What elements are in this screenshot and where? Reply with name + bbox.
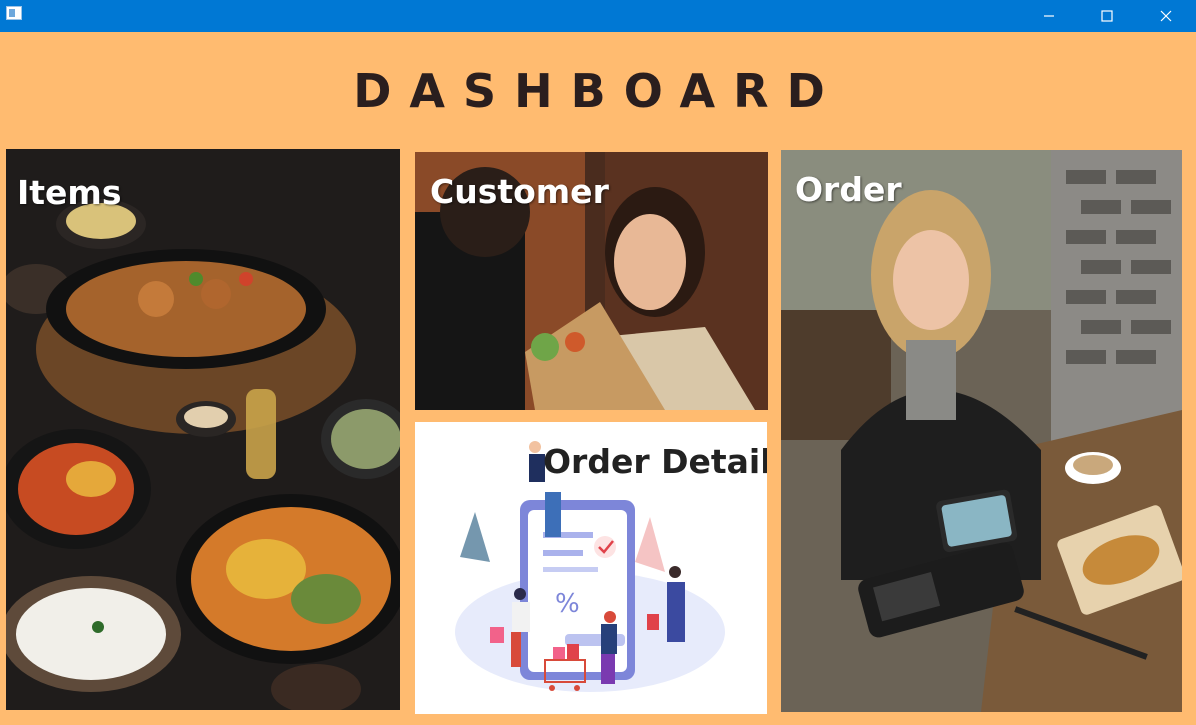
items-tile[interactable]: Items [6, 149, 400, 710]
window-titlebar [0, 0, 1196, 32]
maximize-button[interactable] [1078, 0, 1136, 32]
page-title: DASHBOARD [353, 64, 843, 118]
order-detail-label: Order Detail [543, 442, 767, 481]
items-label: Items [17, 173, 122, 212]
minimize-button[interactable] [1020, 0, 1078, 32]
close-button[interactable] [1137, 0, 1195, 32]
payment-photo [781, 150, 1182, 712]
close-icon [1160, 10, 1172, 22]
order-detail-tile[interactable]: % Order Detail [415, 422, 767, 714]
minimize-icon [1044, 15, 1054, 17]
order-tile[interactable]: Order [781, 150, 1182, 712]
food-photo [6, 149, 400, 710]
customer-tile[interactable]: Customer [415, 152, 768, 410]
order-label: Order [795, 170, 902, 209]
customer-label: Customer [430, 172, 609, 211]
app-icon [6, 6, 22, 20]
maximize-icon [1101, 10, 1113, 22]
svg-text:%: % [555, 589, 580, 619]
